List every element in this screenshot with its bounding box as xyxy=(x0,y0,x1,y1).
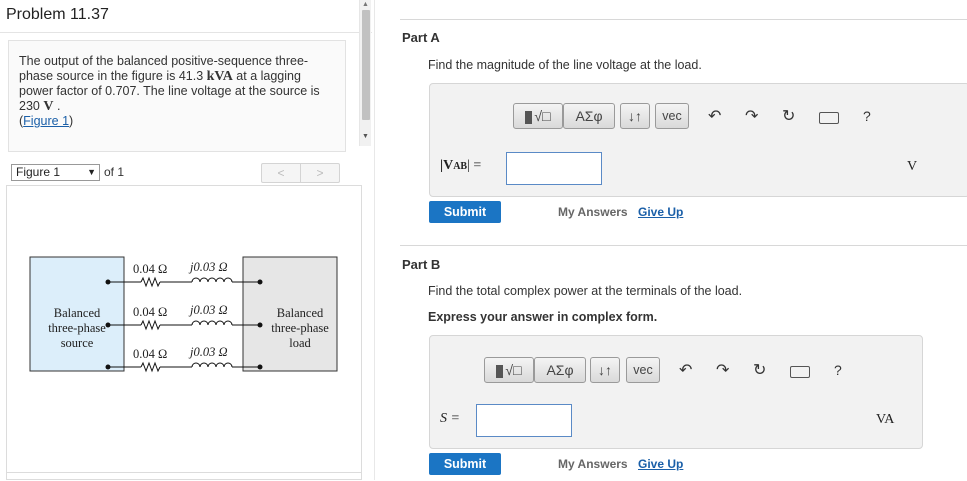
part-a-give-up-link[interactable]: Give Up xyxy=(638,205,683,219)
part-a-submit-button[interactable]: Submit xyxy=(429,201,501,223)
figure-select-value: Figure 1 xyxy=(16,165,61,179)
templates-button[interactable]: √□ xyxy=(484,357,534,383)
template-icon xyxy=(525,110,533,124)
part-a-my-answers[interactable]: My Answers xyxy=(558,205,628,219)
part-b-answer-box: √□ ΑΣφ ↓↑ vec ↶ ↷ ↻ ? S = VA xyxy=(429,335,923,449)
symbols-button[interactable]: ΑΣφ xyxy=(563,103,615,129)
part-b-submit-button[interactable]: Submit xyxy=(429,453,501,475)
load-label-line: load xyxy=(289,336,311,350)
template-icon xyxy=(496,364,504,378)
reset-icon[interactable]: ↻ xyxy=(753,360,766,380)
figure-panel: Balanced three-phase source Balanced thr… xyxy=(6,185,362,480)
unit-label: V xyxy=(907,159,918,174)
divider xyxy=(6,472,362,473)
source-label-line: Balanced xyxy=(53,306,101,320)
prev-figure-button[interactable]: < xyxy=(261,163,301,183)
var-s-label: S = xyxy=(440,411,460,426)
symbols-button[interactable]: ΑΣφ xyxy=(534,357,586,383)
part-b-give-up-link[interactable]: Give Up xyxy=(638,457,683,471)
var-vab-label: |VAB| = xyxy=(440,158,481,174)
reactance-label: j0.03 Ω xyxy=(190,260,228,274)
keyboard-icon[interactable] xyxy=(790,366,810,378)
line-a xyxy=(105,276,263,288)
problem-text-part: . xyxy=(53,99,61,113)
figure-count: of 1 xyxy=(104,165,125,179)
part-b-instruction: Express your answer in complex form. xyxy=(428,310,658,324)
scroll-up-icon[interactable]: ▲ xyxy=(362,1,369,8)
part-a-title: Part A xyxy=(402,30,440,45)
redo-icon[interactable]: ↷ xyxy=(745,106,758,126)
line-c xyxy=(105,361,263,373)
s-input[interactable] xyxy=(476,404,572,437)
divider xyxy=(400,19,967,20)
column-divider xyxy=(374,0,375,480)
resistance-label: 0.04 Ω xyxy=(133,305,168,319)
help-icon[interactable]: ? xyxy=(863,108,871,124)
scrollbar[interactable]: ▲ ▼ xyxy=(359,0,371,146)
redo-icon[interactable]: ↷ xyxy=(716,360,729,380)
var-text: |V xyxy=(440,158,454,173)
problem-statement-box: The output of the balanced positive-sequ… xyxy=(8,40,346,152)
part-b-title: Part B xyxy=(402,257,441,272)
reactance-label: j0.03 Ω xyxy=(190,345,228,359)
templates-button[interactable]: √□ xyxy=(513,103,563,129)
reset-icon[interactable]: ↻ xyxy=(782,106,795,126)
sqrt-icon: √□ xyxy=(505,362,522,378)
var-text: | = xyxy=(467,158,482,173)
load-label: Balanced three-phase load xyxy=(253,306,347,351)
unit-label: VA xyxy=(876,412,895,427)
line-b xyxy=(105,319,263,331)
sqrt-icon: √□ xyxy=(534,108,551,124)
resistance-label: 0.04 Ω xyxy=(133,347,168,361)
figure-select[interactable]: Figure 1 ▼ xyxy=(11,164,100,181)
vector-button[interactable]: vec xyxy=(626,357,660,383)
unit-kva: kVA xyxy=(206,69,233,84)
vab-input[interactable] xyxy=(506,152,602,185)
load-label-line: Balanced xyxy=(276,306,324,320)
problem-text: The output of the balanced positive-sequ… xyxy=(19,54,329,129)
var-subscript: AB xyxy=(453,161,468,172)
undo-icon[interactable]: ↶ xyxy=(708,106,721,126)
sub-superscript-button[interactable]: ↓↑ xyxy=(620,103,650,129)
help-icon[interactable]: ? xyxy=(834,362,842,378)
problem-title: Problem 11.37 xyxy=(6,6,109,23)
divider xyxy=(0,32,372,33)
part-b-my-answers[interactable]: My Answers xyxy=(558,457,628,471)
divider xyxy=(400,245,967,246)
next-figure-button[interactable]: > xyxy=(300,163,340,183)
unit-v: V xyxy=(43,99,54,114)
load-label-line: three-phase xyxy=(271,321,329,335)
scroll-down-icon[interactable]: ▼ xyxy=(362,133,369,140)
sub-superscript-button[interactable]: ↓↑ xyxy=(590,357,620,383)
part-b-question: Find the total complex power at the term… xyxy=(428,284,743,298)
part-a-answer-box: √□ ΑΣφ ↓↑ vec ↶ ↷ ↻ ? |VAB| = V xyxy=(429,83,967,197)
source-label-line: three-phase xyxy=(48,321,106,335)
figure-link[interactable]: Figure 1 xyxy=(23,114,69,128)
scroll-thumb[interactable] xyxy=(362,10,370,120)
undo-icon[interactable]: ↶ xyxy=(679,360,692,380)
source-label-line: source xyxy=(60,336,94,350)
paren: ) xyxy=(69,114,74,128)
vector-button[interactable]: vec xyxy=(655,103,689,129)
reactance-label: j0.03 Ω xyxy=(190,303,228,317)
part-a-question: Find the magnitude of the line voltage a… xyxy=(428,58,702,72)
resistance-label: 0.04 Ω xyxy=(133,262,168,276)
source-label: Balanced three-phase source xyxy=(33,306,121,351)
dropdown-arrow-icon: ▼ xyxy=(87,167,96,177)
keyboard-icon[interactable] xyxy=(819,112,839,124)
